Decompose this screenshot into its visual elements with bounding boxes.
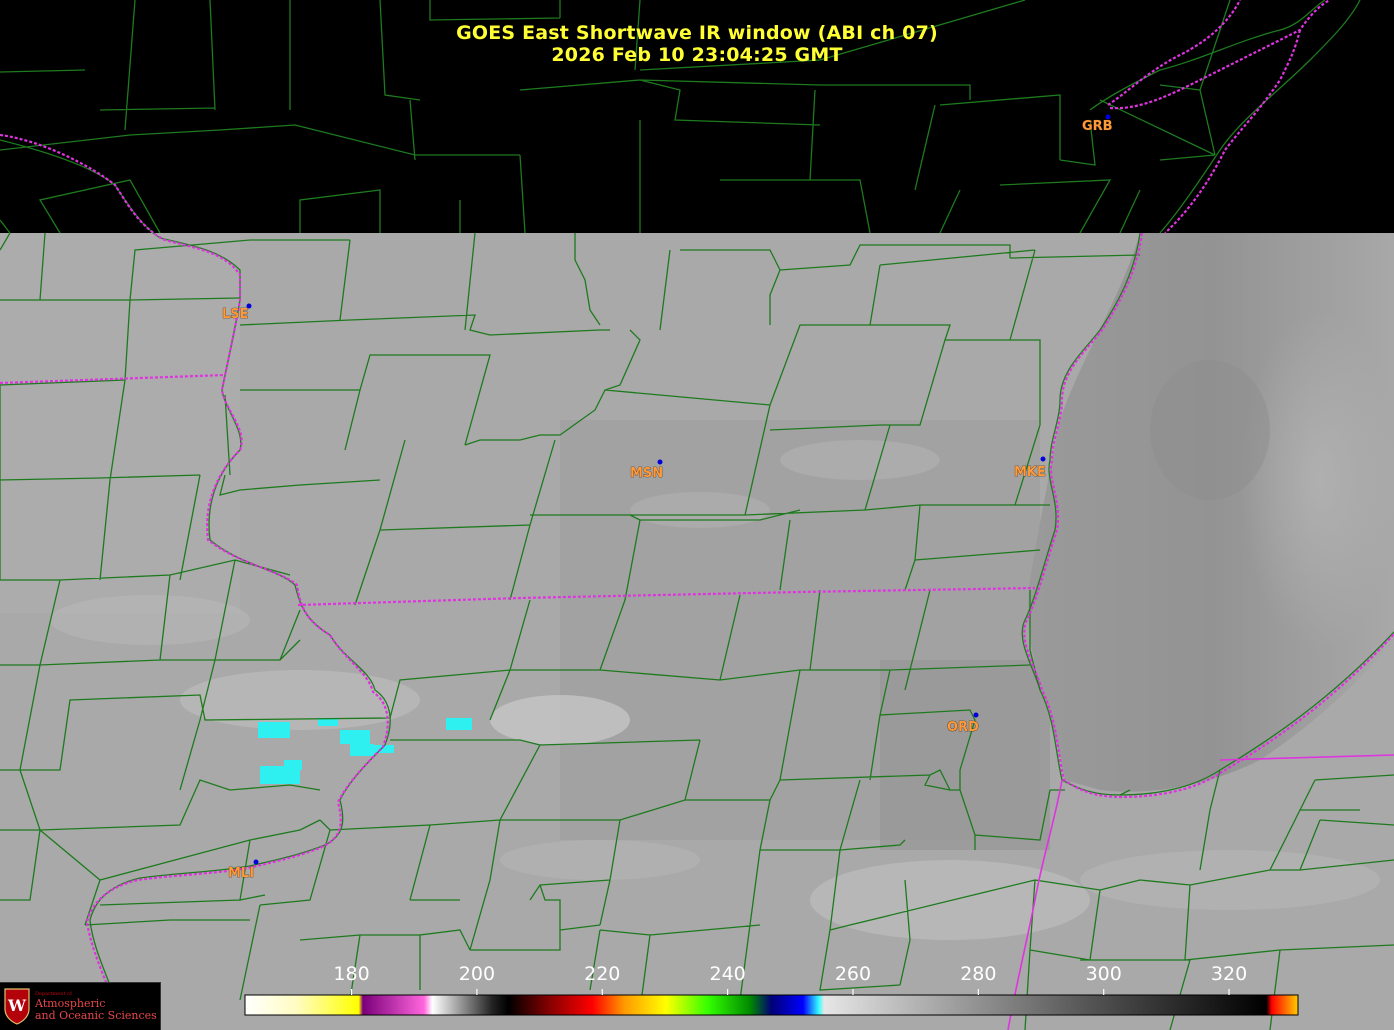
ir-imagery bbox=[0, 233, 1394, 1030]
image-timestamp: 2026 Feb 10 23:04:25 GMT bbox=[551, 44, 843, 66]
crest-letter: W bbox=[7, 996, 27, 1015]
logo-name-line2: and Oceanic Sciences bbox=[35, 1009, 157, 1022]
station-label-lse: LSE bbox=[222, 307, 249, 322]
station-label-mke: MKE bbox=[1014, 465, 1046, 480]
station-dot bbox=[253, 859, 259, 865]
aos-logo: W Department of Atmospheric and Oceanic … bbox=[0, 982, 161, 1030]
station-label-ord: ORD bbox=[947, 720, 979, 735]
uw-crest-icon: W bbox=[4, 988, 30, 1025]
station-label-msn: MSN bbox=[630, 466, 663, 481]
colorbar-tick-label: 220 bbox=[584, 963, 620, 985]
colorbar-tick-label: 280 bbox=[960, 963, 996, 985]
colorbar-tick-label: 180 bbox=[333, 963, 369, 985]
colorbar-tick-label: 320 bbox=[1211, 963, 1247, 985]
map-canvas: GRB LSE MSN MKE ORD MLI 180 200 220 240 … bbox=[0, 0, 1394, 1030]
colorbar-gradient bbox=[244, 994, 1299, 1016]
colorbar-tick-label: 300 bbox=[1086, 963, 1122, 985]
colorbar-tick-label: 200 bbox=[459, 963, 495, 985]
station-dot bbox=[973, 712, 979, 718]
station-dot bbox=[1040, 456, 1046, 462]
station-label-mli: MLI bbox=[228, 866, 254, 881]
colorbar-tick-label: 240 bbox=[709, 963, 745, 985]
station-lse[interactable]: LSE bbox=[222, 303, 252, 323]
station-dot bbox=[657, 459, 663, 465]
colorbar-tick-label: 260 bbox=[835, 963, 871, 985]
image-title: GOES East Shortwave IR window (ABI ch 07… bbox=[456, 22, 938, 44]
satellite-map-viewer: GRB LSE MSN MKE ORD MLI 180 200 220 240 … bbox=[0, 0, 1394, 1030]
station-label-grb: GRB bbox=[1082, 119, 1113, 134]
